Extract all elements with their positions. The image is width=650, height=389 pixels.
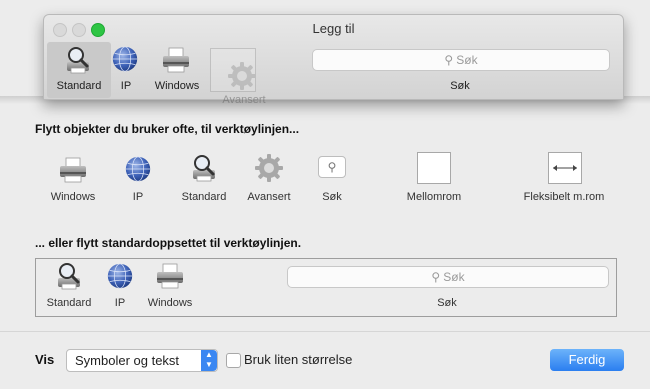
palette-item-avansert[interactable]: Avansert <box>240 152 298 206</box>
small-size-label: Bruk liten størrelse <box>244 352 353 367</box>
chevron-up-down-icon: ▲ ▼ <box>201 350 217 371</box>
palette-item-windows[interactable]: Windows <box>44 154 102 206</box>
palette-item-mellomrom[interactable]: Mellomrom <box>397 150 471 206</box>
printer-search-icon <box>188 152 220 184</box>
default-search-label: Søk <box>437 297 457 309</box>
toolbar-item-label: IP <box>120 80 132 92</box>
palette-item-label: Avansert <box>247 191 291 203</box>
search-icon: ⚲ <box>318 156 346 178</box>
globe-icon <box>123 154 153 184</box>
palette-item-search[interactable]: ⚲ Søk <box>312 152 352 206</box>
toolbar-item-label: Standard <box>56 80 102 92</box>
default-toolbar-set[interactable]: Standard IP Windows ⚲ Søk Søk <box>35 258 617 317</box>
default-item-standard: Standard <box>40 260 98 312</box>
show-mode-value: Symboler og tekst <box>75 353 180 368</box>
dragged-item-avansert[interactable]: Avansert <box>210 48 272 112</box>
palette-item-label: Standard <box>181 191 227 203</box>
flexible-space-icon <box>548 152 582 184</box>
default-item-label: IP <box>114 297 126 309</box>
palette-item-label: Fleksibelt m.rom <box>523 191 605 203</box>
printer-icon <box>57 154 89 186</box>
search-placeholder: Søk <box>456 53 478 67</box>
show-label: Vis <box>35 352 55 367</box>
default-item-ip: IP <box>104 261 136 313</box>
done-button[interactable]: Ferdig <box>550 349 624 371</box>
palette-item-label: IP <box>132 191 144 203</box>
show-mode-select[interactable]: Symboler og tekst ▲ ▼ <box>66 349 218 372</box>
dragged-item-label: Avansert <box>222 94 266 106</box>
printer-icon <box>160 44 192 76</box>
small-size-checkbox[interactable] <box>226 353 241 368</box>
toolbar-search-label: Søk <box>450 80 470 92</box>
custom-section-title: Flytt objekter du bruker ofte, til verkt… <box>35 122 300 136</box>
default-section-title: ... eller flytt standardoppsettet til ve… <box>35 236 302 250</box>
palette-item-label: Mellomrom <box>406 191 462 203</box>
window-title: Legg til <box>312 21 355 36</box>
default-item-label: Standard <box>46 297 92 309</box>
search-icon: ⚲ <box>444 53 454 67</box>
printer-search-icon <box>53 260 85 292</box>
palette-item-fleksibelt-mellomrom[interactable]: Fleksibelt m.rom <box>512 150 616 206</box>
palette-item-label: Windows <box>50 191 96 203</box>
printer-add-window: Legg til Standard IP Windows ⚲ Søk Søk <box>43 14 624 100</box>
toolbar-search-field[interactable]: ⚲ Søk <box>312 49 610 71</box>
default-item-windows: Windows <box>140 260 200 312</box>
palette-item-standard[interactable]: Standard <box>174 152 234 206</box>
default-search-field: ⚲ Søk <box>287 266 609 288</box>
palette-item-label: Søk <box>322 191 342 203</box>
toolbar-item-label: Windows <box>154 80 200 92</box>
globe-icon <box>105 261 135 291</box>
printer-icon <box>154 260 186 292</box>
default-item-label: Windows <box>147 297 193 309</box>
palette-item-ip[interactable]: IP <box>122 154 154 206</box>
search-placeholder: Søk <box>443 270 465 284</box>
gear-icon <box>253 152 285 184</box>
printer-search-icon <box>62 44 94 76</box>
space-box-icon <box>417 152 451 184</box>
search-icon: ⚲ <box>431 270 441 284</box>
gear-icon <box>226 60 258 92</box>
divider <box>0 331 650 332</box>
globe-icon <box>110 44 140 74</box>
